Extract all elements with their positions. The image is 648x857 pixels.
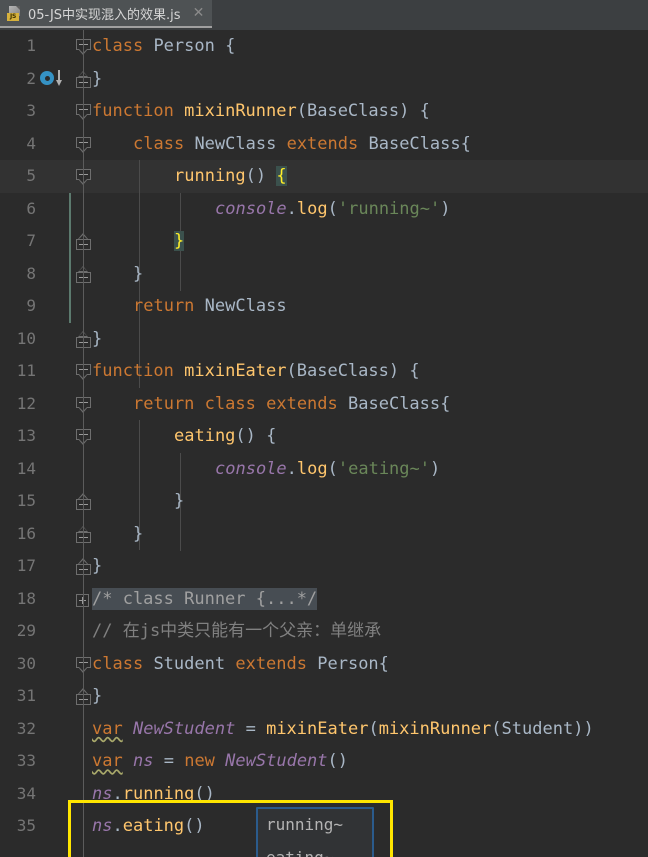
- code-line[interactable]: }: [92, 258, 143, 291]
- code-line[interactable]: console.log('running~'): [92, 193, 450, 226]
- code-line[interactable]: }: [92, 550, 102, 583]
- code-line[interactable]: }: [92, 518, 143, 551]
- line-number: 18: [16, 588, 36, 608]
- inlay-hint-value: eating~: [266, 847, 334, 857]
- code-editor[interactable]: 1 2 3 4 5 6 7 8 9 10 11 12 13 14 15 16 17 18 29 30 31 32 33 34 3…: [0, 30, 648, 857]
- line-number: 5: [26, 166, 36, 185]
- code-line[interactable]: return NewClass: [92, 290, 287, 323]
- line-number: 12: [16, 393, 36, 413]
- line-number: 30: [16, 653, 36, 673]
- line-number: 3: [26, 101, 36, 120]
- tab-05-js-mixin-file[interactable]: JS 05-JS中实现混入的效果.js ✕: [0, 0, 213, 28]
- code-line[interactable]: ns.eating(): [92, 810, 205, 843]
- code-line[interactable]: class Student extends Person{: [92, 648, 389, 681]
- editor-tab-bar: JS 05-JS中实现混入的效果.js ✕: [0, 0, 648, 30]
- line-number: 9: [26, 296, 36, 315]
- code-line[interactable]: var ns = new NewStudent(): [92, 745, 348, 778]
- tab-title: 05-JS中实现混入的效果.js: [28, 7, 181, 23]
- fold-gutter-line: [83, 30, 84, 857]
- line-number: 15: [16, 491, 36, 510]
- run-override-icon[interactable]: [40, 70, 66, 88]
- inlay-hint-box[interactable]: running~ eating~: [256, 807, 374, 857]
- line-number: 31: [16, 686, 36, 705]
- line-number: 7: [26, 231, 36, 250]
- inlay-hint-value: running~: [266, 815, 344, 834]
- line-number: 17: [16, 556, 36, 575]
- line-number: 32: [16, 718, 36, 738]
- code-line[interactable]: class NewClass extends BaseClass{: [92, 128, 471, 161]
- line-number: 35: [16, 816, 36, 835]
- code-line[interactable]: eating() {: [92, 420, 276, 453]
- code-line[interactable]: }: [92, 485, 184, 518]
- code-line[interactable]: ns.running(): [92, 778, 215, 811]
- code-line[interactable]: return class extends BaseClass{: [92, 388, 450, 421]
- line-number: 10: [16, 328, 36, 348]
- line-number: 29: [16, 621, 36, 640]
- line-number: 14: [16, 458, 36, 478]
- code-line[interactable]: // 在js中类只能有一个父亲：单继承: [92, 615, 381, 648]
- line-number: 34: [16, 783, 36, 803]
- code-line[interactable]: function mixinEater(BaseClass) {: [92, 355, 420, 388]
- code-line[interactable]: }: [92, 323, 102, 356]
- code-line[interactable]: }: [92, 63, 102, 96]
- js-file-icon: JS: [7, 5, 22, 21]
- line-number: 2: [26, 68, 36, 88]
- code-line[interactable]: running() {: [92, 160, 287, 193]
- code-line[interactable]: var NewStudent = mixinEater(mixinRunner(…: [92, 713, 594, 746]
- line-number: 11: [16, 361, 36, 380]
- line-number: 8: [26, 263, 36, 283]
- line-number: 33: [16, 751, 36, 770]
- code-line[interactable]: /* class Runner {...*/: [92, 583, 318, 616]
- code-line[interactable]: class Person {: [92, 30, 235, 63]
- code-line[interactable]: }: [92, 680, 102, 713]
- line-number: 13: [16, 426, 36, 445]
- line-number: 6: [26, 198, 36, 218]
- code-line[interactable]: console.log('eating~'): [92, 453, 440, 486]
- code-line[interactable]: function mixinRunner(BaseClass) {: [92, 95, 430, 128]
- line-number: 1: [26, 36, 36, 55]
- close-icon[interactable]: ✕: [193, 6, 205, 20]
- line-number: 4: [26, 133, 36, 153]
- line-number: 16: [16, 523, 36, 543]
- active-scope-indent-guide: [69, 193, 71, 323]
- code-line[interactable]: }: [92, 225, 185, 258]
